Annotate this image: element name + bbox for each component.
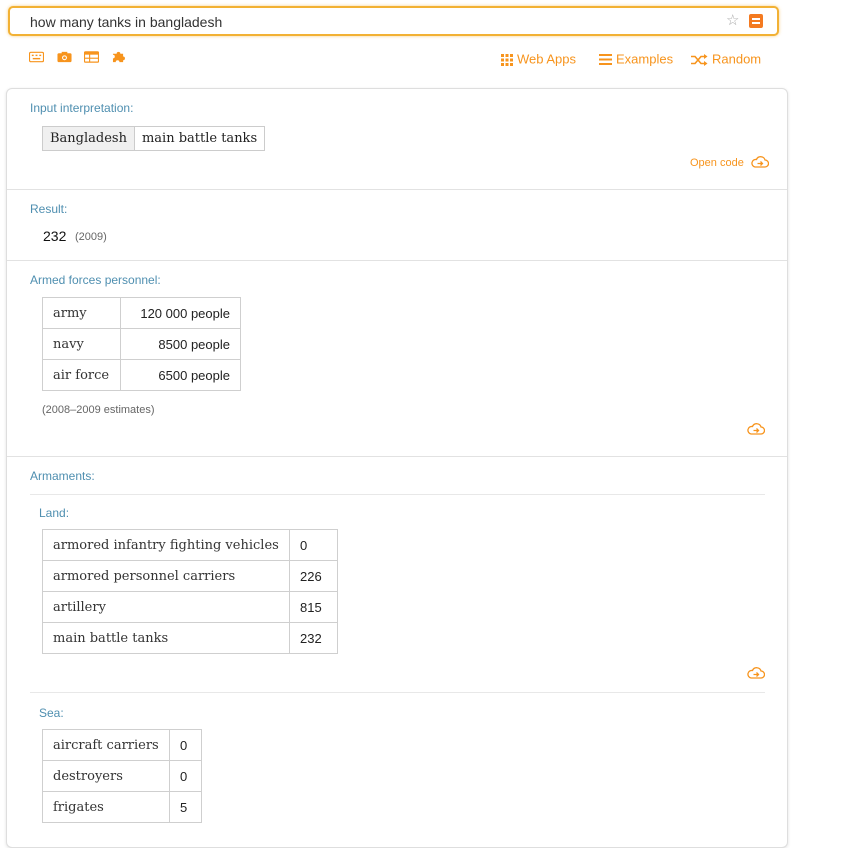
table-cell-value: 6500 people bbox=[120, 359, 241, 391]
cloud-arrow-icon bbox=[751, 156, 770, 168]
web-apps-label: Web Apps bbox=[517, 51, 577, 67]
web-apps-link[interactable]: Web Apps bbox=[501, 51, 576, 67]
pod-title-armaments: Armaments: bbox=[30, 469, 95, 483]
table-row: navy 8500 people bbox=[42, 328, 241, 360]
table-cell-label: destroyers bbox=[42, 760, 170, 792]
table-cell-value: 815 bbox=[289, 591, 338, 623]
table-cell-label: main battle tanks bbox=[42, 622, 290, 654]
results-card: Input interpretation: Bangladesh main ba… bbox=[6, 88, 788, 848]
table-cell-value: 0 bbox=[169, 729, 202, 761]
interpretation-box: Bangladesh main battle tanks bbox=[42, 126, 266, 151]
interpretation-term: Bangladesh bbox=[43, 127, 135, 150]
list-icon bbox=[599, 54, 612, 66]
table-row: army 120 000 people bbox=[42, 297, 241, 329]
sea-armaments-table: aircraft carriers 0 destroyers 0 frigate… bbox=[42, 729, 202, 823]
table-cell-value: 0 bbox=[289, 529, 338, 561]
table-cell-label: aircraft carriers bbox=[42, 729, 170, 761]
pod-divider bbox=[7, 456, 787, 457]
examples-label: Examples bbox=[616, 51, 674, 67]
examples-link[interactable]: Examples bbox=[599, 51, 673, 67]
camera-icon[interactable] bbox=[57, 51, 72, 63]
cloud-arrow-icon[interactable] bbox=[747, 667, 765, 679]
table-cell-value: 5 bbox=[169, 791, 202, 823]
table-cell-value: 120 000 people bbox=[120, 297, 241, 329]
table-row: main battle tanks 232 bbox=[42, 622, 338, 654]
estimate-note: (2008–2009 estimates) bbox=[42, 404, 155, 416]
keyboard-icon[interactable] bbox=[29, 51, 44, 63]
subpod-divider bbox=[30, 494, 765, 495]
land-armaments-table: armored infantry fighting vehicles 0 arm… bbox=[42, 529, 338, 654]
subpod-divider bbox=[30, 692, 765, 693]
table-row: air force 6500 people bbox=[42, 359, 241, 391]
table-row: destroyers 0 bbox=[42, 760, 202, 792]
table-cell-value: 0 bbox=[169, 760, 202, 792]
interpretation-term: main battle tanks bbox=[134, 127, 265, 150]
table-cell-label: frigates bbox=[42, 791, 170, 823]
table-cell-label: armored infantry fighting vehicles bbox=[42, 529, 290, 561]
table-row: armored infantry fighting vehicles 0 bbox=[42, 529, 338, 561]
table-cell-label: army bbox=[42, 297, 121, 329]
table-cell-label: navy bbox=[42, 328, 121, 360]
random-link[interactable]: Random bbox=[691, 51, 761, 67]
open-code-label: Open code bbox=[690, 157, 744, 169]
table-cell-value: 232 bbox=[289, 622, 338, 654]
table-cell-label: artillery bbox=[42, 591, 290, 623]
table-cell-label: armored personnel carriers bbox=[42, 560, 290, 592]
table-row: armored personnel carriers 226 bbox=[42, 560, 338, 592]
cloud-arrow-icon[interactable] bbox=[747, 423, 765, 435]
table-row: frigates 5 bbox=[42, 791, 202, 823]
subpod-title-land: Land: bbox=[39, 506, 70, 520]
compute-button[interactable] bbox=[749, 14, 763, 28]
shuffle-icon bbox=[691, 53, 708, 66]
pod-divider bbox=[7, 260, 787, 261]
table-cell-value: 8500 people bbox=[120, 328, 241, 360]
table-row: aircraft carriers 0 bbox=[42, 729, 202, 761]
pod-divider bbox=[7, 189, 787, 190]
table-cell-value: 226 bbox=[289, 560, 338, 592]
pod-title-personnel: Armed forces personnel: bbox=[30, 273, 161, 287]
puzzle-icon[interactable] bbox=[111, 51, 126, 63]
pod-title-result: Result: bbox=[30, 202, 68, 216]
pod-title-input-interpretation: Input interpretation: bbox=[30, 101, 134, 115]
table-cell-label: air force bbox=[42, 359, 121, 391]
result-note: (2009) bbox=[75, 231, 107, 243]
table-row: artillery 815 bbox=[42, 591, 338, 623]
subpod-title-sea: Sea: bbox=[39, 706, 64, 720]
random-label: Random bbox=[712, 51, 762, 67]
result-value: 232 bbox=[43, 228, 67, 244]
personnel-table: army 120 000 people navy 8500 people air… bbox=[42, 297, 241, 391]
open-code-link[interactable]: Open code bbox=[690, 156, 770, 169]
favorite-star-icon[interactable]: ☆ bbox=[726, 13, 739, 29]
table-icon[interactable] bbox=[84, 51, 99, 63]
grid-icon bbox=[501, 53, 513, 66]
search-input[interactable] bbox=[30, 13, 700, 31]
search-bar: ☆ bbox=[8, 6, 779, 36]
